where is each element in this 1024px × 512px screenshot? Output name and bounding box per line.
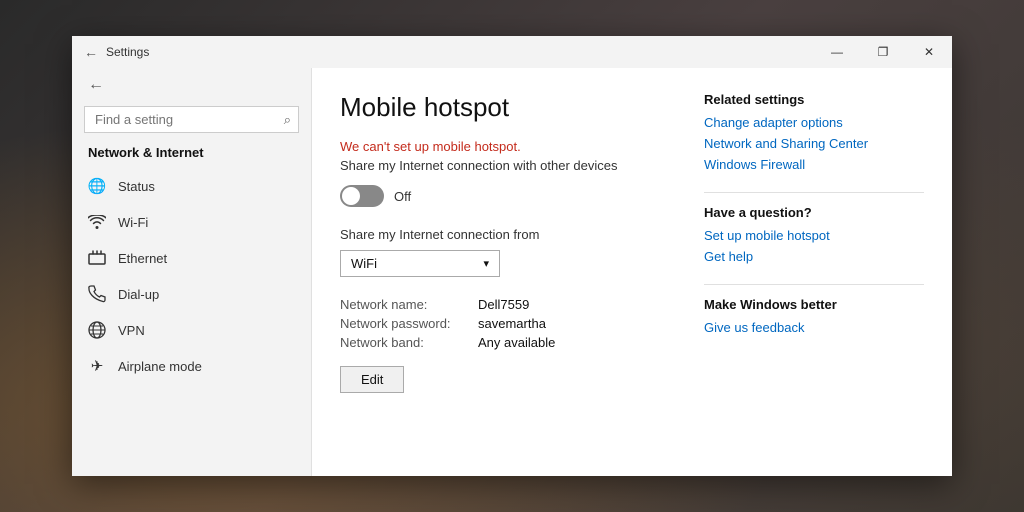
related-settings-title: Related settings (704, 92, 924, 107)
network-info-grid: Network name: Dell7559 Network password:… (340, 297, 664, 350)
airplane-icon: ✈ (88, 357, 106, 375)
search-input[interactable] (84, 106, 299, 133)
sidebar-item-status[interactable]: 🌐 Status (72, 168, 311, 204)
connection-dropdown[interactable]: WiFi ▾ (340, 250, 500, 277)
search-icon: ⌕ (284, 112, 291, 128)
divider-1 (704, 192, 924, 193)
sidebar-back-button[interactable]: ← (72, 68, 311, 102)
sidebar-search-container: ⌕ (84, 106, 299, 133)
network-band-label: Network band: (340, 335, 470, 350)
right-panel: Related settings Change adapter options … (704, 92, 924, 452)
ethernet-icon (88, 249, 106, 267)
share-from-label: Share my Internet connection from (340, 227, 664, 242)
get-help-link[interactable]: Get help (704, 249, 924, 264)
feedback-title: Make Windows better (704, 297, 924, 312)
give-feedback-link[interactable]: Give us feedback (704, 320, 924, 335)
hotspot-toggle[interactable] (340, 185, 384, 207)
back-arrow-icon: ← (88, 76, 104, 94)
titlebar-controls: — ❐ ✕ (814, 36, 952, 68)
toggle-thumb (342, 187, 360, 205)
sidebar-item-dialup[interactable]: Dial-up (72, 276, 311, 312)
sidebar-item-vpn[interactable]: VPN (72, 312, 311, 348)
sidebar-item-label-dialup: Dial-up (118, 287, 159, 302)
vpn-icon (88, 321, 106, 339)
sidebar-item-label-airplane: Airplane mode (118, 359, 202, 374)
sidebar: ← ⌕ Network & Internet 🌐 Status (72, 68, 312, 476)
setup-hotspot-link[interactable]: Set up mobile hotspot (704, 228, 924, 243)
sidebar-item-airplane[interactable]: ✈ Airplane mode (72, 348, 311, 384)
network-band-value: Any available (478, 335, 664, 350)
main-content: Mobile hotspot We can't set up mobile ho… (312, 68, 952, 476)
chevron-down-icon: ▾ (483, 257, 489, 270)
network-name-value: Dell7559 (478, 297, 664, 312)
sidebar-item-label-vpn: VPN (118, 323, 145, 338)
sidebar-item-label-wifi: Wi-Fi (118, 215, 148, 230)
toggle-label: Off (394, 189, 411, 204)
main-left: Mobile hotspot We can't set up mobile ho… (340, 92, 664, 452)
settings-window: ← Settings — ❐ ✕ ← ⌕ Network & Internet … (72, 36, 952, 476)
question-title: Have a question? (704, 205, 924, 220)
sidebar-item-label-ethernet: Ethernet (118, 251, 167, 266)
sidebar-section-title: Network & Internet (72, 141, 311, 168)
maximize-button[interactable]: ❐ (860, 36, 906, 68)
network-password-value: savemartha (478, 316, 664, 331)
windows-firewall-link[interactable]: Windows Firewall (704, 157, 924, 172)
feedback-section: Make Windows better Give us feedback (704, 297, 924, 335)
titlebar: ← Settings — ❐ ✕ (72, 36, 952, 68)
status-icon: 🌐 (88, 177, 106, 195)
error-text: We can't set up mobile hotspot. (340, 139, 664, 154)
related-settings-section: Related settings Change adapter options … (704, 92, 924, 172)
titlebar-left: ← Settings (84, 44, 149, 60)
network-name-label: Network name: (340, 297, 470, 312)
back-icon: ← (84, 44, 98, 60)
network-sharing-center-link[interactable]: Network and Sharing Center (704, 136, 924, 151)
change-adapter-link[interactable]: Change adapter options (704, 115, 924, 130)
wifi-icon (88, 213, 106, 231)
sidebar-item-ethernet[interactable]: Ethernet (72, 240, 311, 276)
share-description: Share my Internet connection with other … (340, 158, 664, 173)
edit-button[interactable]: Edit (340, 366, 404, 393)
question-section: Have a question? Set up mobile hotspot G… (704, 205, 924, 264)
sidebar-item-wifi[interactable]: Wi-Fi (72, 204, 311, 240)
network-password-label: Network password: (340, 316, 470, 331)
page-title: Mobile hotspot (340, 92, 664, 123)
divider-2 (704, 284, 924, 285)
dialup-icon (88, 285, 106, 303)
titlebar-title: Settings (106, 45, 149, 59)
dropdown-value: WiFi (351, 256, 377, 271)
minimize-button[interactable]: — (814, 36, 860, 68)
toggle-row: Off (340, 185, 664, 207)
close-button[interactable]: ✕ (906, 36, 952, 68)
sidebar-item-label-status: Status (118, 179, 155, 194)
window-body: ← ⌕ Network & Internet 🌐 Status (72, 68, 952, 476)
